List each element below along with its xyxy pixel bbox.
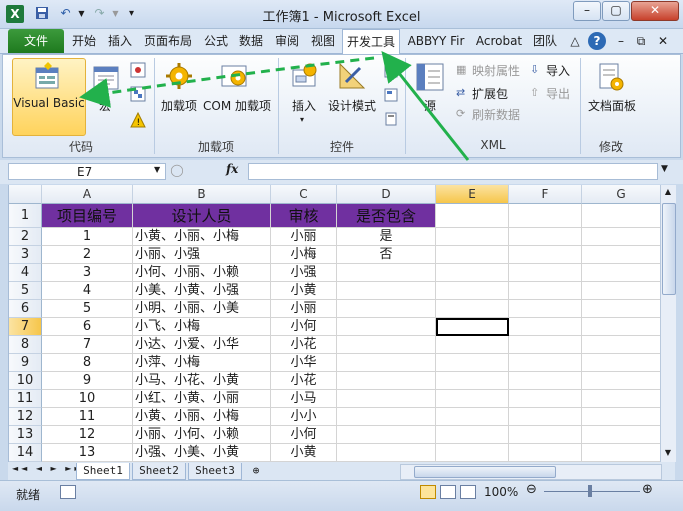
annotation-arrows [79, 50, 470, 161]
arrow-to-developer-tab [381, 50, 470, 161]
arrow-to-visual-basic [79, 56, 375, 108]
